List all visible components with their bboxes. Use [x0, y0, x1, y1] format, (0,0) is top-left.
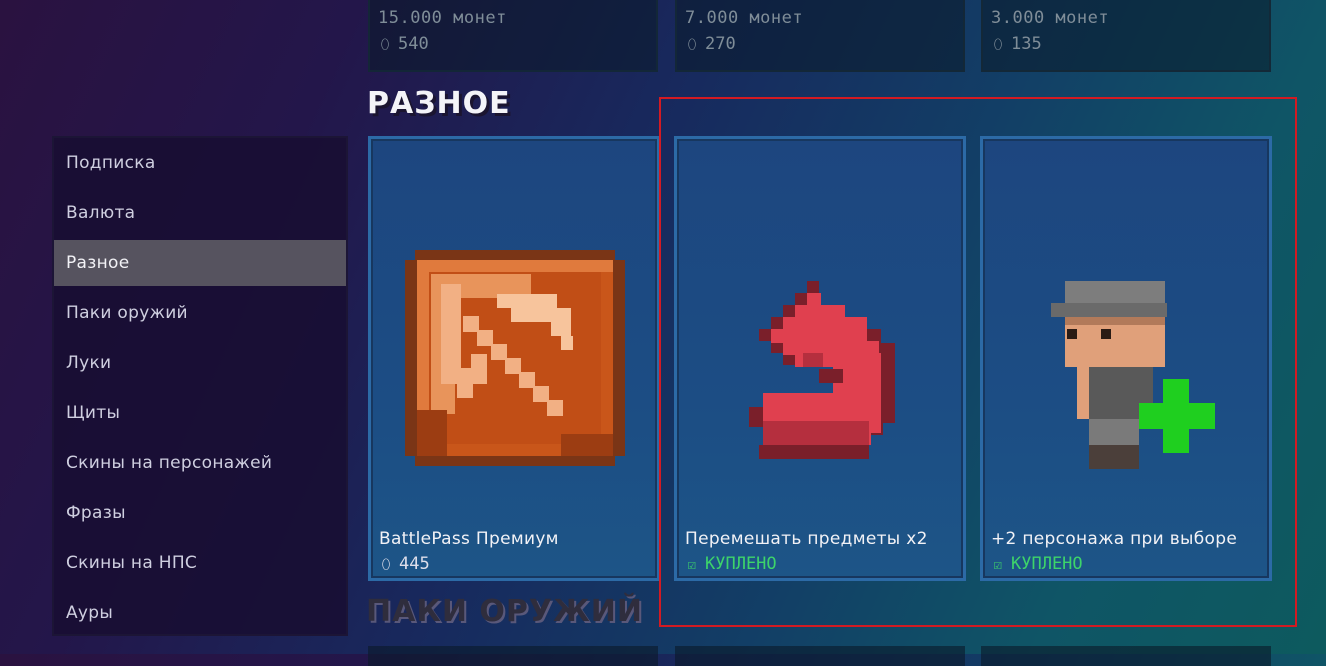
card-title: BattlePass Премиум [379, 529, 559, 549]
crystal-icon: ⬯ [993, 37, 1003, 53]
sidebar-item-shields[interactable]: Щиты [54, 390, 346, 436]
card-coin-price: 540 [398, 34, 429, 54]
card-price-text: 7.000 монет [685, 8, 804, 28]
store-card[interactable] [981, 646, 1271, 666]
crystal-icon: ⬯ [687, 37, 697, 53]
battlepass-card[interactable]: BattlePass Премиум ⬯ 445 [368, 136, 660, 581]
card-price-text: 15.000 монет [378, 8, 507, 28]
selection-highlight [659, 97, 1297, 627]
card-coin-price: 270 [705, 34, 736, 54]
sidebar-item-phrases[interactable]: Фразы [54, 490, 346, 536]
card-coin-price: 135 [1011, 34, 1042, 54]
sidebar-item-subscription[interactable]: Подписка [54, 140, 346, 186]
sidebar-item-weapon-packs[interactable]: Паки оружий [54, 290, 346, 336]
sidebar-item-auras[interactable]: Ауры [54, 590, 346, 636]
store-card[interactable]: 15.000 монет ⬯ 540 [368, 0, 658, 72]
sidebar-item-npc-skins[interactable]: Скины на НПС [54, 540, 346, 586]
sidebar-item-misc[interactable]: Разное [54, 240, 346, 286]
crystal-icon: ⬯ [380, 37, 390, 53]
sidebar-item-character-skins[interactable]: Скины на персонажей [54, 440, 346, 486]
store-card[interactable] [675, 646, 965, 666]
crystal-icon: ⬯ [381, 557, 391, 573]
category-sidebar: Подписка Валюта Разное Паки оружий Луки … [52, 136, 348, 636]
store-card[interactable]: 7.000 монет ⬯ 270 [675, 0, 965, 72]
card-price-text: 3.000 монет [991, 8, 1110, 28]
section-title-misc: РАЗНОЕ [367, 86, 511, 121]
pickaxe-icon [405, 250, 625, 466]
sidebar-item-bows[interactable]: Луки [54, 340, 346, 386]
sidebar-item-currency[interactable]: Валюта [54, 190, 346, 236]
store-card[interactable] [368, 646, 658, 666]
card-price: 445 [399, 554, 430, 574]
store-card[interactable]: 3.000 монет ⬯ 135 [981, 0, 1271, 72]
section-title-weapon-packs: ПАКИ ОРУЖИЙ [366, 594, 643, 629]
